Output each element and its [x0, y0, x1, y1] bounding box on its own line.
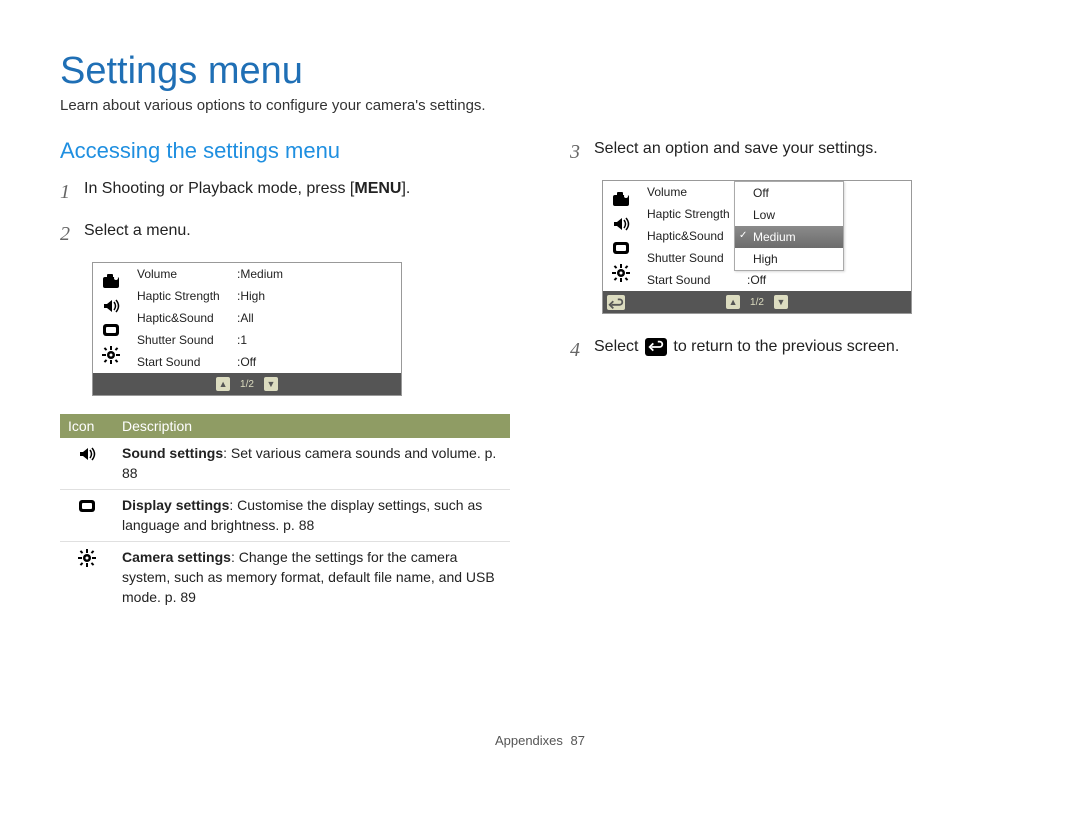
right-column: 3 Select an option and save your setting…	[570, 138, 1020, 613]
th-icon: Icon	[60, 414, 114, 438]
intro-text: Learn about various options to configure…	[60, 97, 1020, 114]
footer-section: Appendixes	[495, 733, 563, 748]
step-text: Select to return to the previous screen.	[594, 336, 899, 364]
lcd-row: Haptic StrengthHigh	[129, 285, 401, 307]
step-text: Select an option and save your settings.	[594, 138, 878, 166]
display-icon	[609, 236, 633, 260]
table-row: Sound settings: Set various camera sound…	[60, 438, 510, 490]
icon-description-table: Icon Description Sound settings: Set var…	[60, 414, 510, 613]
gear-icon	[77, 555, 97, 571]
step-2: 2 Select a menu.	[60, 220, 510, 248]
chevron-up-icon[interactable]: ▲	[216, 377, 230, 391]
dropdown-option[interactable]: Low	[735, 204, 843, 226]
sound-icon	[609, 212, 633, 236]
step-text: In Shooting or Playback mode, press [MEN…	[84, 178, 410, 206]
lcd-row: Start SoundOff	[639, 269, 911, 291]
step-number: 3	[570, 138, 594, 166]
return-icon	[645, 338, 667, 356]
footer-page-number: 87	[571, 733, 585, 748]
chevron-down-icon[interactable]: ▼	[774, 295, 788, 309]
step-number: 4	[570, 336, 594, 364]
lcd-page-indicator: 1/2	[750, 297, 764, 308]
lcd-row: Shutter Sound1	[129, 329, 401, 351]
step-4: 4 Select to return to the previous scree…	[570, 336, 1020, 364]
lcd-sidebar-icons	[603, 181, 639, 291]
display-icon	[77, 503, 97, 519]
subheading: Accessing the settings menu	[60, 138, 510, 164]
dropdown-option[interactable]: Off	[735, 182, 843, 204]
step-text: Select a menu.	[84, 220, 191, 248]
chevron-down-icon[interactable]: ▼	[264, 377, 278, 391]
chevron-up-icon[interactable]: ▲	[726, 295, 740, 309]
camera-lcd-dropdown: Volume Haptic Strength Haptic&Sound Shut…	[602, 180, 912, 314]
gear-icon	[609, 261, 633, 285]
gear-icon	[99, 343, 123, 367]
table-row: Display settings: Customise the display …	[60, 490, 510, 542]
page-title: Settings menu	[60, 50, 1020, 93]
lcd-list: Volume Haptic Strength Haptic&Sound Shut…	[639, 181, 911, 291]
step-3: 3 Select an option and save your setting…	[570, 138, 1020, 166]
display-icon	[99, 318, 123, 342]
lcd-row: Haptic&SoundAll	[129, 307, 401, 329]
lcd-page-indicator: 1/2	[240, 379, 254, 390]
lcd-footer: ▲ 1/2 ▼	[93, 373, 401, 395]
step-number: 1	[60, 178, 84, 206]
left-column: Accessing the settings menu 1 In Shootin…	[60, 138, 510, 613]
step-number: 2	[60, 220, 84, 248]
camera-icon	[99, 269, 123, 293]
sound-icon	[77, 451, 97, 467]
dropdown-option[interactable]: High	[735, 248, 843, 270]
lcd-row: VolumeMedium	[129, 263, 401, 285]
step-1: 1 In Shooting or Playback mode, press [M…	[60, 178, 510, 206]
dropdown-option-selected[interactable]: Medium	[735, 226, 843, 248]
page-footer: Appendixes 87	[60, 733, 1020, 748]
lcd-sidebar-icons	[93, 263, 129, 373]
lcd-footer: ▲ 1/2 ▼	[603, 291, 911, 313]
lcd-row: Start SoundOff	[129, 351, 401, 373]
camera-icon	[609, 187, 633, 211]
th-description: Description	[114, 414, 510, 438]
table-row: Camera settings: Change the settings for…	[60, 542, 510, 613]
volume-dropdown[interactable]: Off Low Medium High	[734, 181, 844, 271]
back-icon[interactable]	[607, 295, 625, 310]
camera-lcd-menu: VolumeMedium Haptic StrengthHigh Haptic&…	[92, 262, 402, 396]
sound-icon	[99, 294, 123, 318]
lcd-list: VolumeMedium Haptic StrengthHigh Haptic&…	[129, 263, 401, 373]
